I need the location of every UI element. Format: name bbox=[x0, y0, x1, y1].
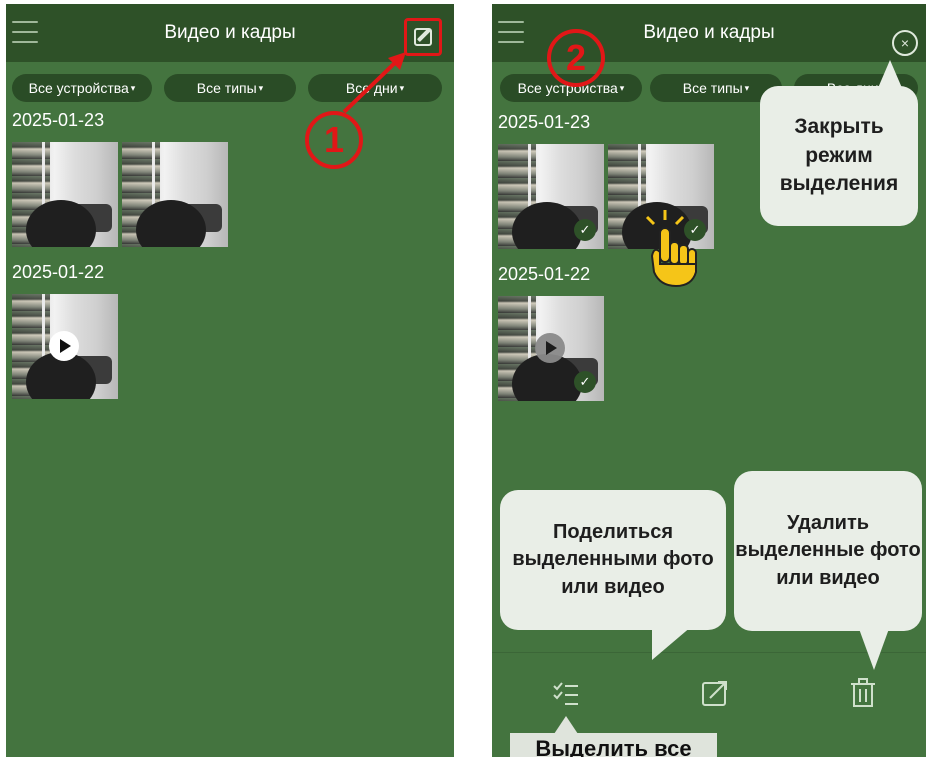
checkmark-icon: ✓ bbox=[574, 371, 596, 393]
media-thumbnail-video-selected[interactable]: ✓ bbox=[498, 296, 604, 401]
media-thumbnail-video[interactable] bbox=[12, 294, 118, 399]
play-icon bbox=[49, 331, 79, 361]
callout-share: Поделиться выделенными фото или видео bbox=[500, 490, 726, 630]
close-circle-icon[interactable]: × bbox=[892, 30, 918, 56]
filter-devices[interactable]: Все устройства ▾ bbox=[12, 74, 152, 102]
tap-hand-icon bbox=[645, 210, 697, 288]
app-screen-normal-mode: Видео и кадры Все устройства ▾ Все типы ▾ … bbox=[6, 4, 454, 757]
callout-delete: Удалить выделенные фото или видео bbox=[734, 471, 922, 631]
share-button[interactable] bbox=[700, 678, 732, 713]
chevron-down-icon: ▾ bbox=[744, 82, 750, 93]
date-group-label: 2025-01-23 bbox=[498, 112, 591, 132]
chevron-down-icon: ▾ bbox=[258, 82, 264, 93]
checkmark-icon: ✓ bbox=[574, 219, 596, 241]
chevron-down-icon: ▾ bbox=[130, 82, 136, 93]
share-icon bbox=[702, 681, 727, 706]
media-thumbnail-photo[interactable] bbox=[122, 142, 228, 247]
checklist-icon bbox=[553, 682, 578, 705]
filter-devices-label: Все устройства bbox=[28, 80, 129, 96]
page-title: Видео и кадры bbox=[164, 22, 296, 43]
media-thumbnail-photo[interactable] bbox=[12, 142, 118, 247]
date-group-label: 2025-01-23 bbox=[12, 110, 105, 130]
filter-types-label: Все типы bbox=[196, 80, 257, 96]
callout-close-mode: Закрыть режим выделения bbox=[760, 86, 918, 226]
date-group-label: 2025-01-22 bbox=[498, 264, 591, 284]
filter-types[interactable]: Все типы ▾ bbox=[164, 74, 296, 102]
filter-types-label: Все типы bbox=[682, 80, 743, 96]
delete-button[interactable] bbox=[848, 678, 878, 713]
app-screen-selection-mode: Видео и кадры × Все устройства ▾ Все типы… bbox=[492, 4, 926, 757]
media-thumbnail-photo-selected[interactable]: ✓ bbox=[498, 144, 604, 249]
date-group-label: 2025-01-22 bbox=[12, 262, 105, 282]
chevron-down-icon: ▾ bbox=[619, 82, 625, 93]
step-badge: 1 bbox=[305, 111, 363, 169]
play-icon bbox=[535, 333, 565, 363]
trash-icon bbox=[851, 678, 875, 707]
annotation-arrow bbox=[342, 52, 406, 114]
step-badge: 2 bbox=[547, 29, 605, 87]
callout-select-all: Выделить все bbox=[510, 733, 717, 757]
select-all-button[interactable] bbox=[550, 678, 580, 713]
